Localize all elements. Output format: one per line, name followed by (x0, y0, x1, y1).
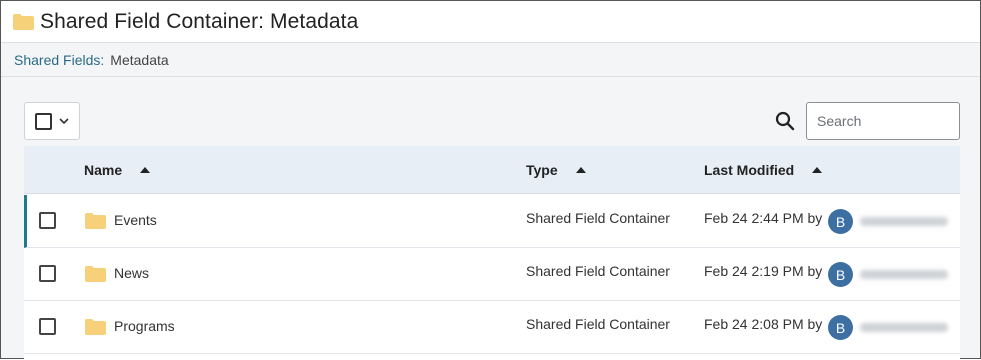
search-icon[interactable] (775, 111, 795, 131)
row-checkbox[interactable] (39, 212, 56, 229)
row-modified: Feb 24 2:08 PM by (704, 316, 823, 332)
row-type: Shared Field Container (526, 316, 670, 332)
folder-icon (85, 213, 106, 229)
row-checkbox[interactable] (39, 318, 56, 335)
sort-ascending-icon[interactable] (575, 167, 586, 173)
column-header-label: Name (84, 162, 123, 178)
sort-ascending-icon[interactable] (140, 167, 151, 173)
avatar: B (828, 209, 853, 234)
row-name-link[interactable]: Events (114, 212, 157, 228)
breadcrumb: Shared Fields : Metadata (1, 44, 980, 77)
page-header: Shared Field Container: Metadata (1, 1, 980, 43)
column-header-label: Type (526, 162, 558, 178)
column-header-name[interactable]: Name (84, 146, 151, 194)
column-header-last-modified[interactable]: Last Modified (704, 146, 823, 194)
search-input[interactable] (806, 102, 960, 140)
breadcrumb-link-shared-fields[interactable]: Shared Fields (14, 52, 100, 68)
page-title: Shared Field Container: Metadata (40, 9, 359, 33)
redacted-user-name (860, 323, 948, 332)
select-all-checkbox[interactable] (35, 112, 52, 130)
folder-icon (13, 13, 34, 30)
redacted-user-name (860, 217, 948, 226)
avatar: B (828, 262, 853, 287)
app-window: Shared Field Container: Metadata Shared … (0, 0, 981, 360)
column-header-label: Last Modified (704, 162, 795, 178)
table-row[interactable]: Programs Shared Field Container Feb 24 2… (24, 301, 960, 354)
row-modified: Feb 24 2:44 PM by (704, 210, 823, 226)
sort-ascending-icon[interactable] (812, 167, 823, 173)
folder-icon (85, 319, 106, 335)
file-table: Name Type Last Modified Events Shared Fi… (24, 146, 960, 360)
redacted-user-name (860, 270, 948, 279)
row-modified: Feb 24 2:19 PM by (704, 263, 823, 279)
row-name-link[interactable]: News (114, 265, 149, 281)
breadcrumb-separator: : (100, 52, 105, 68)
row-type: Shared Field Container (526, 210, 670, 226)
table-header: Name Type Last Modified (24, 146, 960, 194)
row-type: Shared Field Container (526, 263, 670, 279)
bulk-select-dropdown[interactable] (24, 102, 80, 140)
avatar: B (828, 315, 853, 340)
folder-icon (85, 266, 106, 282)
table-row[interactable]: Events Shared Field Container Feb 24 2:4… (24, 195, 960, 248)
table-row[interactable]: News Shared Field Container Feb 24 2:19 … (24, 248, 960, 301)
chevron-down-icon[interactable] (59, 117, 69, 125)
row-checkbox[interactable] (39, 265, 56, 282)
column-header-type[interactable]: Type (526, 146, 586, 194)
breadcrumb-current: Metadata (110, 52, 169, 68)
row-name-link[interactable]: Programs (114, 318, 175, 334)
